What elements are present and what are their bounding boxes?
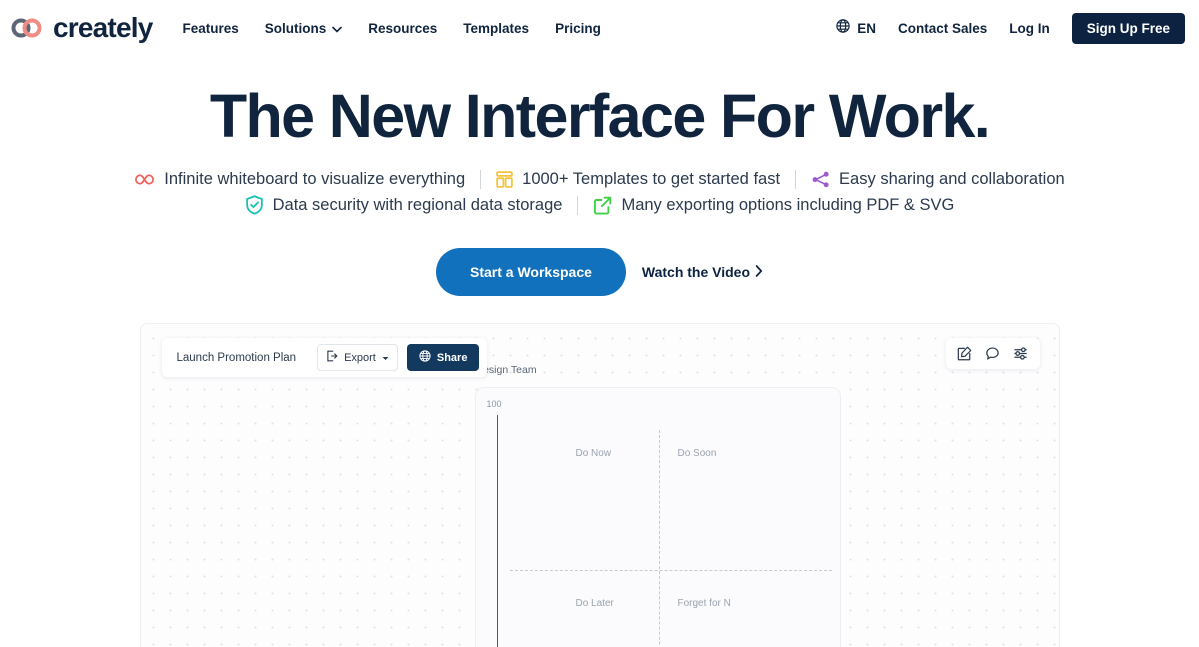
chevron-right-icon bbox=[755, 264, 763, 280]
nav-item-pricing[interactable]: Pricing bbox=[555, 21, 601, 36]
nav-item-templates[interactable]: Templates bbox=[463, 21, 529, 36]
page-title: The New Interface For Work. bbox=[209, 82, 991, 150]
start-a-workspace-button[interactable]: Start a Workspace bbox=[435, 248, 626, 297]
watch-the-video-link[interactable]: Watch the Video bbox=[642, 264, 763, 280]
feature-data-security: Data security with regional data storage bbox=[245, 195, 563, 215]
feature-exporting: Many exporting options including PDF & S… bbox=[593, 196, 954, 215]
nav-item-label: Pricing bbox=[555, 20, 601, 36]
export-label: Export bbox=[344, 351, 376, 364]
brand-logo[interactable]: creately bbox=[10, 12, 153, 43]
brand-name: creately bbox=[53, 12, 153, 43]
feature-text: Many exporting options including PDF & S… bbox=[621, 195, 955, 214]
watch-video-label: Watch the Video bbox=[641, 264, 751, 281]
log-in-link[interactable]: Log In bbox=[1009, 21, 1050, 36]
feature-text: 1000+ Templates to get started fast bbox=[522, 170, 781, 189]
feature-text: Easy sharing and collaboration bbox=[839, 170, 1065, 189]
app-toolbar-left: Launch Promotion Plan Export Share bbox=[161, 338, 488, 378]
nav-item-features[interactable]: Features bbox=[182, 21, 238, 36]
nav-item-label: Templates bbox=[463, 20, 530, 36]
quadrant-label-do-soon: Do Soon bbox=[677, 448, 717, 460]
contact-sales-link[interactable]: Contact Sales bbox=[898, 21, 987, 36]
nav-item-solutions[interactable]: Solutions bbox=[265, 21, 343, 36]
language-selector[interactable]: EN bbox=[836, 18, 876, 38]
globe-icon bbox=[419, 350, 431, 365]
cta-group: Start a Workspace Watch the Video bbox=[0, 248, 1199, 297]
nav-item-resources[interactable]: Resources bbox=[368, 21, 437, 36]
feature-sharing: Easy sharing and collaboration bbox=[811, 170, 1065, 189]
templates-icon bbox=[496, 171, 513, 188]
divider bbox=[480, 170, 482, 190]
share-button[interactable]: Share bbox=[406, 344, 480, 372]
nav-right-group: EN Contact Sales Log In Sign Up Free bbox=[836, 12, 1185, 44]
feature-templates: 1000+ Templates to get started fast bbox=[496, 170, 780, 189]
divider bbox=[795, 170, 797, 190]
vertical-divider-line bbox=[658, 430, 660, 647]
hero-section: The New Interface For Work. Infinite whi… bbox=[0, 56, 1199, 297]
y-axis-line bbox=[496, 415, 499, 647]
axis-max-label: 100 bbox=[486, 399, 502, 410]
settings-sliders-icon[interactable] bbox=[1013, 346, 1029, 361]
feature-row-2: Data security with regional data storage… bbox=[245, 195, 954, 215]
nav-item-label: Features bbox=[182, 20, 239, 36]
feature-infinite-whiteboard: Infinite whiteboard to visualize everyth… bbox=[134, 170, 465, 189]
divider bbox=[577, 195, 579, 215]
feature-text: Infinite whiteboard to visualize everyth… bbox=[164, 170, 466, 189]
comment-bubble-icon[interactable] bbox=[985, 346, 1000, 361]
shield-check-icon bbox=[245, 195, 264, 215]
quadrant-label-do-later: Do Later bbox=[575, 598, 614, 610]
horizontal-divider-line bbox=[509, 570, 832, 572]
feature-highlights: Infinite whiteboard to visualize everyth… bbox=[0, 170, 1199, 215]
document-title[interactable]: Launch Promotion Plan bbox=[168, 347, 309, 369]
export-button[interactable]: Export bbox=[317, 344, 398, 372]
product-screenshot: Launch Promotion Plan Export Share Desig… bbox=[139, 323, 1060, 647]
feature-row-1: Infinite whiteboard to visualize everyth… bbox=[134, 170, 1065, 190]
sign-up-free-button[interactable]: Sign Up Free bbox=[1071, 12, 1185, 44]
feature-text: Data security with regional data storage bbox=[272, 195, 563, 214]
nav-links: Features Solutions Resources Templates P… bbox=[182, 21, 600, 36]
nav-item-label: Resources bbox=[368, 20, 438, 36]
nav-item-label: Solutions bbox=[264, 20, 327, 36]
edit-pencil-icon[interactable] bbox=[957, 346, 972, 361]
chevron-down-icon bbox=[382, 352, 389, 364]
share-label: Share bbox=[436, 351, 468, 364]
globe-icon bbox=[836, 18, 850, 38]
quadrant-label-forget-for-now: Forget for N bbox=[677, 598, 731, 610]
priority-matrix-card: 100 Do Now Do Soon Do Later Forget for N bbox=[474, 387, 841, 647]
chevron-down-icon bbox=[332, 21, 343, 36]
export-box-icon bbox=[593, 196, 612, 215]
quadrant-label-do-now: Do Now bbox=[575, 448, 612, 460]
export-arrow-icon bbox=[326, 350, 338, 365]
infinity-icon bbox=[134, 173, 155, 186]
top-navigation: creately Features Solutions Resources Te… bbox=[0, 0, 1199, 56]
app-toolbar-right bbox=[945, 338, 1040, 370]
language-label: EN bbox=[857, 20, 876, 36]
share-nodes-icon bbox=[811, 171, 830, 188]
infinity-logo-icon bbox=[10, 18, 46, 38]
